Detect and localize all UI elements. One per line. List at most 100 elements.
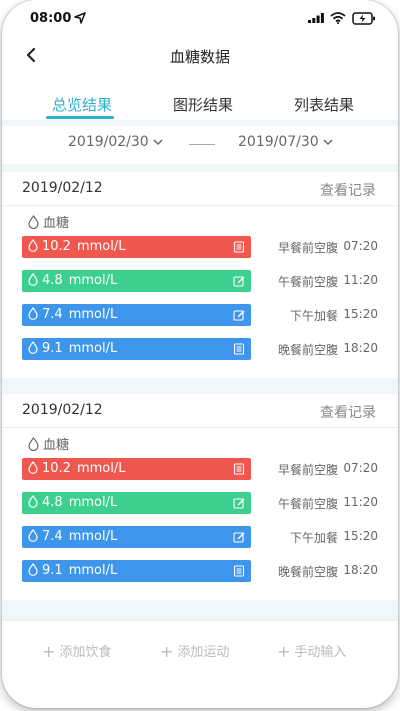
record-time: 18:20 [343,563,378,577]
wifi-icon [330,12,346,24]
blood-drop-icon [28,215,39,230]
blood-drop-icon [28,239,38,252]
glucose-record-row: 10.2 mmol/L 早餐前空腹 07:20 [22,458,380,480]
divider [2,378,398,394]
tab-chart[interactable]: 图形结果 [173,94,233,115]
chevron-down-icon [323,138,333,145]
view-records-link[interactable]: 查看记录 [320,402,376,422]
phone-screen: 08:00 血糖数据 总览结果 图形结果 列表结果 2019/02/30 201… [2,0,398,708]
glucose-record-row: 7.4 mmol/L 下午加餐 15:20 [22,526,380,548]
glucose-value-bar[interactable]: 4.8 mmol/L [22,492,251,514]
tab-list[interactable]: 列表结果 [294,94,354,115]
range-separator [189,144,215,145]
glucose-record-row: 4.8 mmol/L 午餐前空腹 11:20 [22,270,380,292]
bottom-action-bar: + 添加饮食 + 添加运动 + 手动输入 [2,620,398,680]
start-date-select[interactable]: 2019/02/30 [68,134,163,150]
glucose-unit: mmol/L [68,307,118,322]
glucose-value: 7.4 [42,307,63,322]
card-header: 2019/02/12 查看记录 [2,172,398,206]
record-time: 18:20 [343,341,378,355]
glucose-record-row: 9.1 mmol/L 晚餐前空腹 18:20 [22,560,380,582]
record-time: 07:20 [343,461,378,475]
meal-label: 午餐前空腹 [277,497,338,511]
glucose-value-bar[interactable]: 7.4 mmol/L [22,526,251,548]
divider [2,600,398,620]
meal-label: 早餐前空腹 [277,241,338,255]
document-icon[interactable] [233,241,245,253]
glucose-value-bar[interactable]: 4.8 mmol/L [22,270,251,292]
glucose-unit: mmol/L [68,273,118,288]
start-date-value: 2019/02/30 [68,134,149,150]
card-date: 2019/02/12 [22,180,103,196]
glucose-value-bar[interactable]: 10.2 mmol/L [22,458,251,480]
chevron-down-icon [153,138,163,145]
plus-icon: + [160,642,174,661]
glucose-value: 9.1 [42,563,63,578]
manual-input-label: 手动输入 [294,645,347,660]
blood-drop-icon [28,563,38,576]
glucose-value: 4.8 [42,273,63,288]
blood-drop-icon [28,529,38,542]
glucose-unit: mmol/L [68,529,118,544]
meal-label: 午餐前空腹 [277,275,338,289]
category-text: 血糖 [43,216,70,231]
category-label: 血糖 [28,434,69,453]
blood-drop-icon [28,341,38,354]
blood-drop-icon [28,495,38,508]
nav-bar: 血糖数据 [2,36,398,76]
glucose-value-bar[interactable]: 7.4 mmol/L [22,304,251,326]
battery-charging-icon [352,12,375,25]
record-card: 2019/02/12 查看记录 血糖 10.2 mmol/L 早餐前空腹 07:20 4… [2,172,398,378]
meal-label: 晚餐前空腹 [277,565,338,579]
glucose-value-bar[interactable]: 9.1 mmol/L [22,560,251,582]
card-header: 2019/02/12 查看记录 [2,394,398,428]
end-date-value: 2019/07/30 [238,134,319,150]
edit-icon[interactable] [233,531,245,543]
blood-drop-icon [28,437,39,452]
status-bar: 08:00 [2,0,398,36]
blood-drop-icon [28,273,38,286]
record-time: 07:20 [343,239,378,253]
document-icon[interactable] [233,343,245,355]
glucose-value: 4.8 [42,495,63,510]
glucose-record-row: 10.2 mmol/L 早餐前空腹 07:20 [22,236,380,258]
tab-overview[interactable]: 总览结果 [52,94,112,115]
meal-label: 下午加餐 [289,531,338,545]
add-exercise-button[interactable]: + 添加运动 [160,641,229,661]
glucose-record-row: 4.8 mmol/L 午餐前空腹 11:20 [22,492,380,514]
active-tab-indicator [46,116,114,119]
glucose-unit: mmol/L [68,341,118,356]
document-icon[interactable] [233,565,245,577]
card-date: 2019/02/12 [22,402,103,418]
meal-label: 晚餐前空腹 [277,343,338,357]
blood-drop-icon [28,307,38,320]
category-text: 血糖 [43,438,70,453]
edit-icon[interactable] [233,309,245,321]
document-icon[interactable] [233,463,245,475]
meal-label: 早餐前空腹 [277,463,338,477]
status-time: 08:00 [30,11,72,26]
glucose-value: 10.2 [42,461,71,476]
glucose-unit: mmol/L [68,495,118,510]
glucose-value: 10.2 [42,239,71,254]
glucose-record-row: 7.4 mmol/L 下午加餐 15:20 [22,304,380,326]
meal-label: 下午加餐 [289,309,338,323]
tab-bar: 总览结果 图形结果 列表结果 [2,88,398,122]
edit-icon[interactable] [233,497,245,509]
manual-input-button[interactable]: + 手动输入 [277,641,346,661]
record-time: 15:20 [343,529,378,543]
category-label: 血糖 [28,212,69,231]
divider [2,164,398,172]
glucose-value: 7.4 [42,529,63,544]
date-range-picker: 2019/02/30 2019/07/30 [2,126,398,164]
glucose-value-bar[interactable]: 9.1 mmol/L [22,338,251,360]
record-time: 15:20 [343,307,378,321]
end-date-select[interactable]: 2019/07/30 [238,134,333,150]
add-diet-button[interactable]: + 添加饮食 [42,641,111,661]
edit-icon[interactable] [233,275,245,287]
view-records-link[interactable]: 查看记录 [320,180,376,200]
location-arrow-icon [74,12,86,24]
glucose-value-bar[interactable]: 10.2 mmol/L [22,236,251,258]
glucose-unit: mmol/L [76,461,126,476]
page-title: 血糖数据 [169,48,230,66]
